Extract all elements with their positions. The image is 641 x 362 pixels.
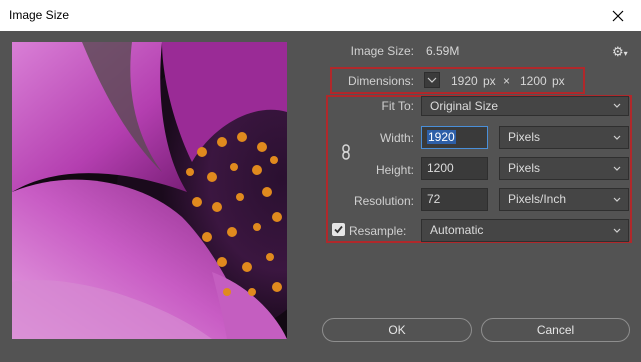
resample-label: Resample: [349, 224, 407, 238]
dimensions-height: 1200 [520, 74, 547, 88]
height-unit-value: Pixels [508, 161, 541, 175]
chevron-down-icon [613, 135, 621, 140]
image-size-label: Image Size: [350, 44, 414, 58]
resolution-label: Resolution: [353, 194, 414, 208]
width-unit-select[interactable]: Pixels [499, 126, 629, 149]
ok-button[interactable]: OK [322, 318, 472, 342]
title-bar: Image Size [0, 0, 641, 31]
image-size-value: 6.59M [426, 44, 460, 58]
height-label: Height: [375, 163, 414, 177]
width-label: Width: [379, 131, 414, 145]
resolution-input[interactable]: 72 [421, 188, 488, 211]
resolution-unit-select[interactable]: Pixels/Inch [499, 188, 629, 211]
dimensions-label: Dimensions: [347, 74, 414, 88]
resample-checkbox[interactable] [332, 223, 345, 236]
fit-to-select[interactable]: Original Size [421, 96, 629, 116]
chevron-down-icon [613, 228, 621, 233]
cancel-button[interactable]: Cancel [481, 318, 630, 342]
resolution-value: 72 [427, 192, 441, 206]
chevron-down-icon [613, 103, 621, 108]
window-title: Image Size [9, 8, 70, 22]
height-input[interactable]: 1200 [421, 157, 488, 180]
chevron-down-icon [427, 77, 437, 83]
dimensions-height-unit: px [552, 74, 565, 88]
width-input[interactable]: 1920 [421, 126, 488, 149]
resample-select[interactable]: Automatic [421, 219, 629, 242]
constrain-proportions-link-icon[interactable] [341, 144, 351, 163]
dimensions-unit-dropdown[interactable] [424, 72, 440, 88]
chevron-down-icon [613, 166, 621, 171]
resolution-unit-value: Pixels/Inch [508, 192, 567, 206]
fit-to-label: Fit To: [381, 99, 414, 113]
width-unit-value: Pixels [508, 130, 541, 144]
height-value: 1200 [427, 161, 454, 175]
dimensions-width-unit: px [483, 74, 496, 88]
close-button[interactable] [595, 0, 641, 31]
resample-value: Automatic [430, 223, 484, 237]
checkmark-icon [334, 225, 343, 234]
dimensions-times: × [503, 74, 511, 88]
dimensions-width: 1920 [451, 74, 478, 88]
chevron-down-icon [613, 197, 621, 202]
fit-to-value: Original Size [430, 99, 499, 113]
close-icon [612, 10, 624, 21]
image-preview[interactable] [12, 42, 287, 339]
flower-photo [12, 42, 287, 339]
gear-icon[interactable]: ⚙▾ [612, 44, 628, 60]
width-value: 1920 [427, 130, 456, 144]
height-unit-select[interactable]: Pixels [499, 157, 629, 180]
